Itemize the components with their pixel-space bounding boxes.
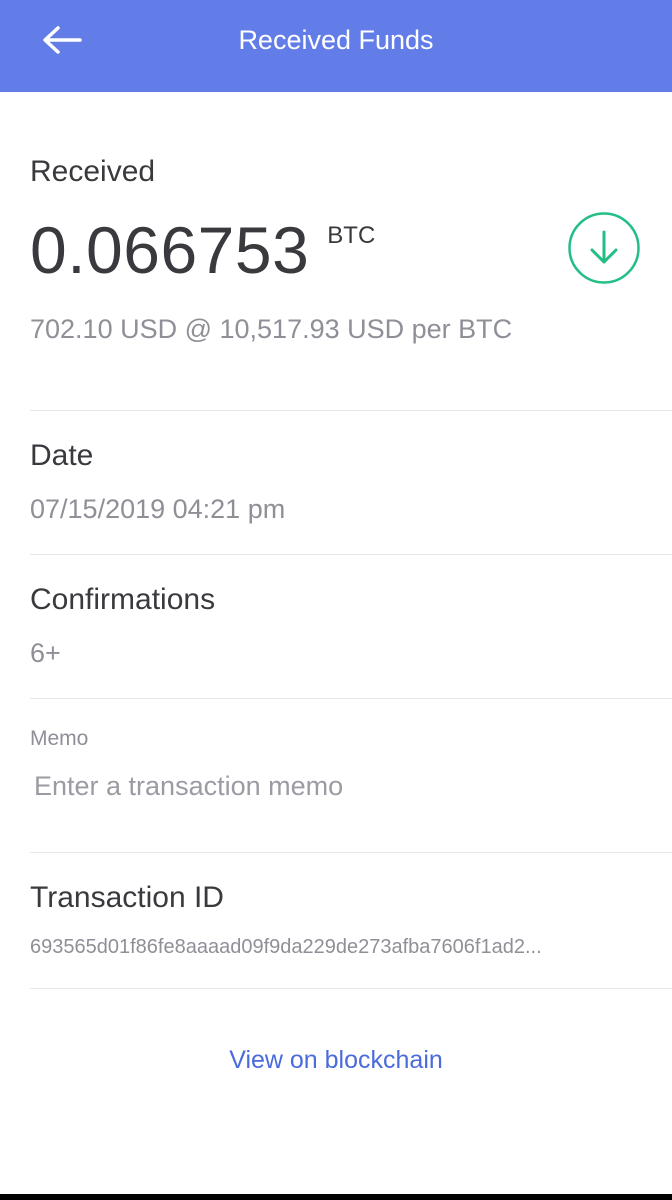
confirmations-value: 6+ [30, 638, 61, 668]
view-on-blockchain-link[interactable]: View on blockchain [0, 1044, 672, 1076]
memo-input[interactable] [30, 766, 634, 806]
memo-label: Memo [30, 727, 89, 750]
divider [30, 852, 672, 853]
transaction-id-value[interactable]: 693565d01f86fe8aaaad09f9da229de273afba76… [30, 934, 642, 960]
confirmations-section: Confirmations 6+ [30, 582, 215, 670]
received-section: Received [30, 154, 155, 190]
date-value: 07/15/2019 04:21 pm [30, 494, 286, 524]
amount-row: 0.066753 BTC [30, 212, 375, 288]
app-header: Received Funds [0, 0, 672, 92]
confirmations-label: Confirmations [30, 583, 216, 616]
transaction-id-label: Transaction ID [30, 881, 224, 914]
bottom-edge [0, 1194, 672, 1200]
divider [30, 554, 672, 555]
divider [30, 698, 672, 699]
received-label: Received [30, 155, 156, 188]
date-section: Date 07/15/2019 04:21 pm [30, 438, 285, 526]
btc-unit: BTC [327, 222, 376, 249]
btc-amount: 0.066753 [30, 213, 310, 287]
date-label: Date [30, 439, 94, 472]
divider [30, 410, 672, 411]
page-title: Received Funds [238, 25, 434, 55]
fiat-value: 702.10 USD @ 10,517.93 USD per BTC [30, 314, 513, 344]
fiat-section: 702.10 USD @ 10,517.93 USD per BTC [30, 312, 512, 346]
divider [30, 988, 672, 989]
memo-section: Memo [30, 726, 88, 752]
arrow-down-circle-icon [568, 212, 640, 284]
transaction-section: Transaction ID 693565d01f86fe8aaaad09f9d… [30, 880, 642, 960]
